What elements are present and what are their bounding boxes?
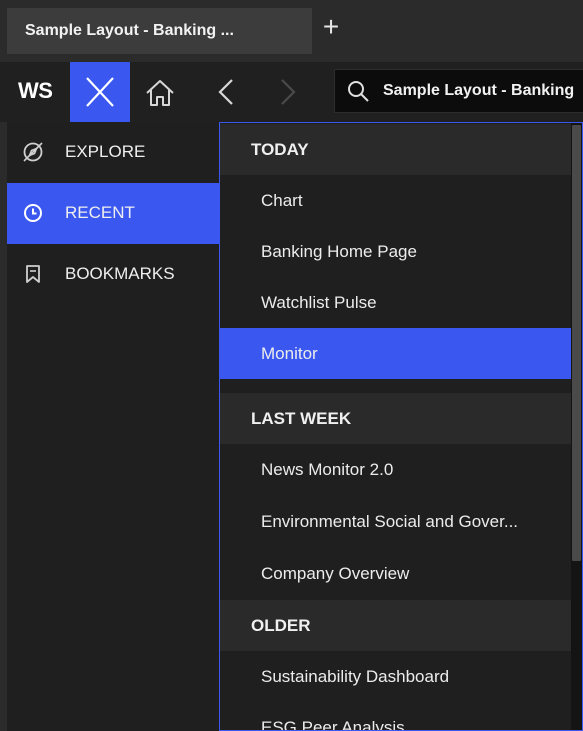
logo: WS: [18, 78, 53, 103]
list-item-label: Banking Home Page: [261, 242, 417, 261]
section-title: LAST WEEK: [251, 409, 352, 428]
list-item[interactable]: Banking Home Page: [220, 226, 571, 277]
list-item[interactable]: Chart: [220, 175, 571, 226]
chevron-right-icon: [281, 79, 296, 105]
list-item-selected[interactable]: Monitor: [220, 328, 571, 379]
list-item[interactable]: Company Overview: [220, 548, 571, 599]
search-input[interactable]: Sample Layout - Banking: [334, 69, 583, 113]
forward-button[interactable]: [268, 62, 308, 122]
section-header-last-week: LAST WEEK: [220, 393, 571, 444]
list-item[interactable]: ESG Peer Analysis: [220, 702, 571, 731]
section-title: OLDER: [251, 616, 311, 635]
close-icon: [86, 77, 114, 107]
compass-icon: [23, 142, 43, 162]
bookmark-icon: [26, 265, 40, 283]
sidebar-item-label: BOOKMARKS: [65, 264, 175, 283]
list-item[interactable]: Watchlist Pulse: [220, 277, 571, 328]
list-item-label: Watchlist Pulse: [261, 293, 377, 312]
home-button[interactable]: [140, 62, 180, 122]
tab-bar: Sample Layout - Banking ... +: [0, 0, 583, 62]
tab-title: Sample Layout - Banking ...: [25, 22, 234, 39]
toolbar: WS Sample Layout - Banking: [0, 62, 583, 122]
sidebar-item-label: EXPLORE: [65, 142, 146, 161]
list-item-label: Chart: [261, 191, 303, 210]
sidebar-item-label: RECENT: [65, 203, 135, 222]
search-field-value: Sample Layout - Banking: [383, 82, 575, 99]
section-header-today: TODAY: [220, 124, 571, 175]
list-item-label: Monitor: [261, 344, 318, 363]
sidebar-item-bookmarks[interactable]: BOOKMARKS: [7, 244, 219, 305]
sidebar-item-explore[interactable]: EXPLORE: [7, 122, 219, 183]
list-item[interactable]: News Monitor 2.0: [220, 444, 571, 495]
section-header-older: OLDER: [220, 600, 571, 651]
list-item-label: Company Overview: [261, 564, 410, 583]
list-item-label: News Monitor 2.0: [261, 460, 394, 479]
sidebar: EXPLORE RECENT BOOKMARKS: [7, 122, 219, 731]
search-icon: [348, 81, 369, 102]
section-title: TODAY: [251, 140, 309, 159]
list-item[interactable]: Environmental Social and Gover...: [220, 496, 571, 547]
list-item-label: ESG Peer Analysis: [261, 718, 405, 731]
list-item[interactable]: Sustainability Dashboard: [220, 651, 571, 702]
list-item-label: Sustainability Dashboard: [261, 667, 450, 686]
close-button[interactable]: [70, 62, 130, 122]
new-tab-button[interactable]: +: [318, 12, 344, 42]
list-item-label: Environmental Social and Gover...: [261, 512, 519, 531]
scrollbar[interactable]: [571, 123, 582, 730]
tab-sample-layout[interactable]: Sample Layout - Banking ...: [7, 8, 312, 54]
recent-panel: TODAY Chart Banking Home Page Watchlist …: [219, 122, 583, 731]
home-icon: [146, 80, 174, 106]
back-button[interactable]: [206, 62, 246, 122]
sidebar-item-recent[interactable]: RECENT: [7, 183, 219, 244]
chevron-left-icon: [218, 79, 233, 105]
scrollbar-thumb[interactable]: [572, 125, 581, 561]
clock-icon: [24, 204, 42, 222]
